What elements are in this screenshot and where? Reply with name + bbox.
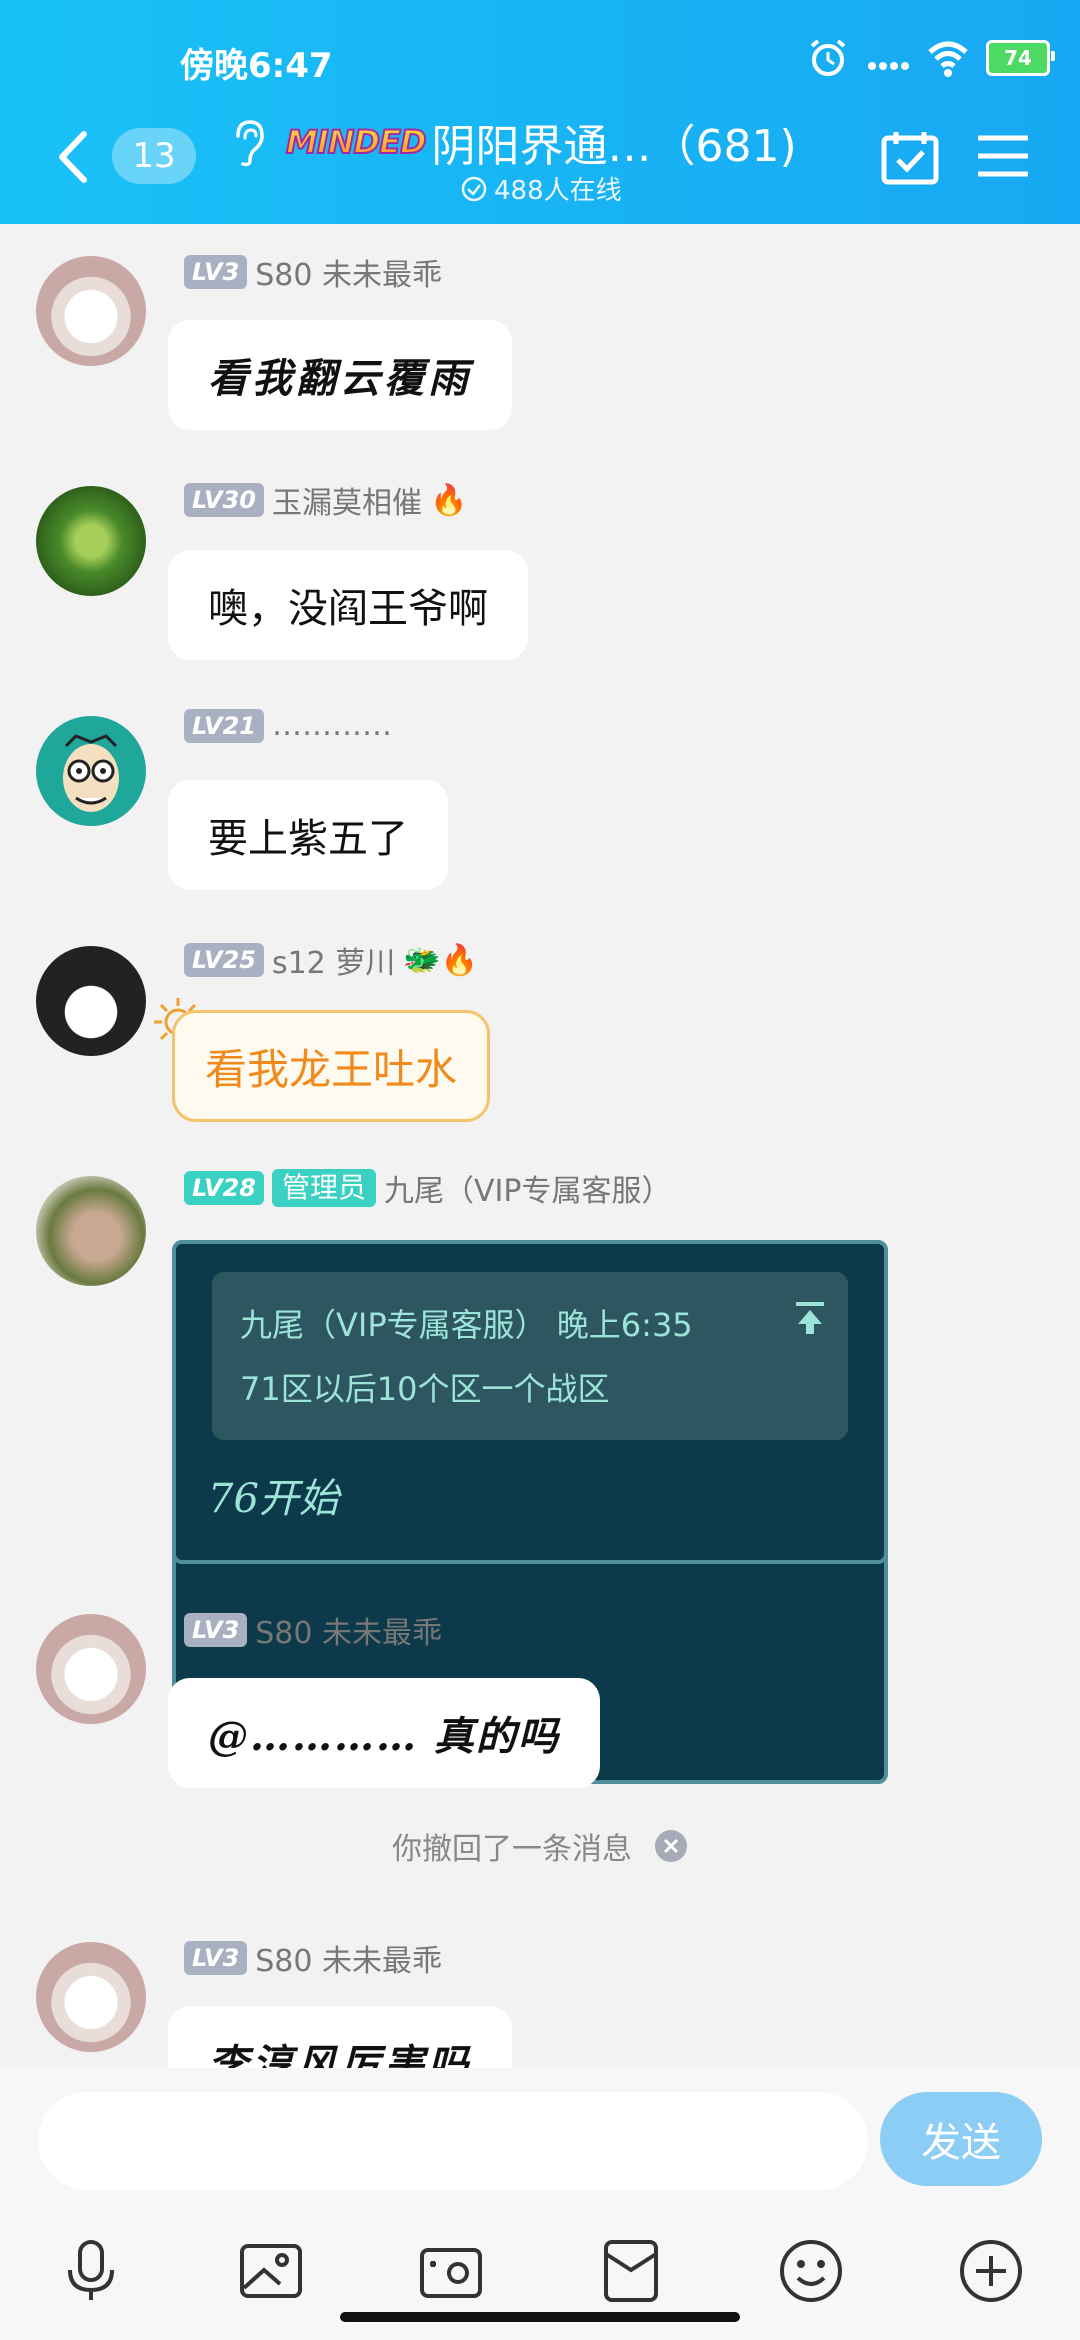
sender-meta: LV3 S80 未未最乖 [184, 1936, 442, 1980]
quote-header: 九尾（VIP专属客服） 晚上6:35 [240, 1306, 693, 1344]
message-list[interactable]: LV3 S80 未未最乖 看我翻云覆雨 LV30 玉漏莫相催 🔥 噢，没阎王爷啊 [0, 224, 1080, 2068]
sender-name[interactable]: 玉漏莫相催 [272, 478, 422, 522]
level-badge: LV3 [184, 255, 248, 289]
admin-tag: 管理员 [271, 1169, 376, 1207]
sender-meta: LV28 管理员 九尾（VIP专属客服） [184, 1166, 671, 1210]
menu-button[interactable] [976, 134, 1030, 178]
sender-meta: LV21 ………… [184, 708, 392, 743]
sender-meta: LV3 S80 未未最乖 [184, 250, 442, 294]
alarm-icon [810, 39, 846, 76]
image-icon[interactable] [236, 2236, 306, 2306]
user-avatar[interactable] [36, 1614, 146, 1724]
cartoon-face-icon [63, 734, 119, 812]
red-packet-icon[interactable] [596, 2236, 666, 2306]
group-title: 阴阳界通…（681) [431, 121, 797, 172]
admin-message-bubble[interactable]: 九尾（VIP专属客服） 晚上6:35 71区以后10个区一个战区 76开始 [172, 1240, 888, 1564]
sender-name[interactable]: S80 未未最乖 [255, 1608, 442, 1652]
chat-title[interactable]: MINDED 阴阳界通…（681) [285, 110, 797, 174]
user-avatar[interactable] [36, 1176, 146, 1286]
status-icons: 74 [806, 36, 1055, 80]
sender-meta: LV30 玉漏莫相催 🔥 [184, 478, 467, 522]
level-badge: LV3 [184, 1613, 248, 1647]
ear-icon[interactable] [228, 118, 268, 168]
level-badge: LV30 [184, 483, 264, 517]
send-button[interactable]: 发送 [880, 2092, 1042, 2186]
level-badge: LV28 [184, 1171, 264, 1205]
sender-name[interactable]: S80 未未最乖 [255, 250, 442, 294]
sender-name[interactable]: 九尾（VIP专属客服） [384, 1166, 671, 1210]
fire-icon: 🔥 [429, 482, 468, 518]
quoted-message[interactable]: 九尾（VIP专属客服） 晚上6:35 71区以后10个区一个战区 [212, 1272, 848, 1440]
quote-text: 71区以后10个区一个战区 [240, 1370, 610, 1408]
sender-name[interactable]: S80 未未最乖 [255, 1936, 442, 1980]
wifi-icon [928, 41, 968, 77]
chat-header: 傍晚6:47 74 13 MINDED 阴阳界通…（681) 488人在线 [0, 0, 1080, 224]
unread-count-badge[interactable]: 13 [112, 128, 196, 184]
message-bubble[interactable]: 要上紫五了 [168, 780, 448, 890]
sender-name[interactable]: s12 萝川 [272, 938, 395, 982]
level-badge: LV25 [184, 943, 264, 977]
user-avatar[interactable] [36, 716, 146, 826]
sender-meta: LV25 s12 萝川 🐲🔥 [184, 938, 478, 982]
minded-logo: MINDED [285, 122, 428, 162]
user-avatar[interactable] [36, 1942, 146, 2052]
jump-to-top-icon[interactable] [790, 1298, 830, 1338]
check-circle-icon [461, 176, 487, 201]
message-bubble[interactable]: @………… 真的吗 [168, 1678, 600, 1788]
sender-name[interactable]: ………… [272, 708, 392, 743]
user-avatar[interactable] [36, 486, 146, 596]
message-bubble[interactable]: 看我翻云覆雨 [168, 320, 512, 430]
recall-notice: 你撤回了一条消息 [0, 1824, 1080, 1868]
message-bubble[interactable]: 噢，没阎王爷啊 [168, 550, 528, 660]
message-bubble[interactable]: 李淳风厉害吗 [168, 2006, 512, 2068]
status-time: 傍晚6:47 [180, 46, 333, 86]
emoji-icon[interactable] [776, 2236, 846, 2306]
back-button[interactable] [52, 128, 92, 186]
camera-icon[interactable] [416, 2236, 486, 2306]
level-badge: LV21 [184, 708, 264, 743]
dragon-fire-icon: 🐲🔥 [403, 942, 479, 978]
user-avatar[interactable] [36, 256, 146, 366]
recall-text: 你撤回了一条消息 [392, 1832, 632, 1867]
online-count: 488人在线 [460, 170, 622, 207]
message-input[interactable] [38, 2092, 868, 2190]
input-bar: 发送 [0, 2068, 1080, 2340]
level-badge: LV3 [184, 1941, 248, 1975]
microphone-icon[interactable] [56, 2236, 126, 2306]
user-avatar[interactable] [36, 946, 146, 1056]
sender-meta: LV3 S80 未未最乖 [184, 1608, 442, 1652]
signal-icon [868, 62, 909, 70]
message-bubble[interactable]: 看我龙王吐水 [172, 1010, 491, 1122]
online-count-text: 488人在线 [494, 176, 622, 206]
battery-indicator: 74 [986, 40, 1055, 76]
reply-text: 76开始 [208, 1476, 339, 1522]
close-icon[interactable] [654, 1829, 688, 1863]
plus-icon[interactable] [956, 2236, 1026, 2306]
calendar-check-button[interactable] [880, 128, 940, 186]
home-indicator[interactable] [340, 2312, 740, 2322]
